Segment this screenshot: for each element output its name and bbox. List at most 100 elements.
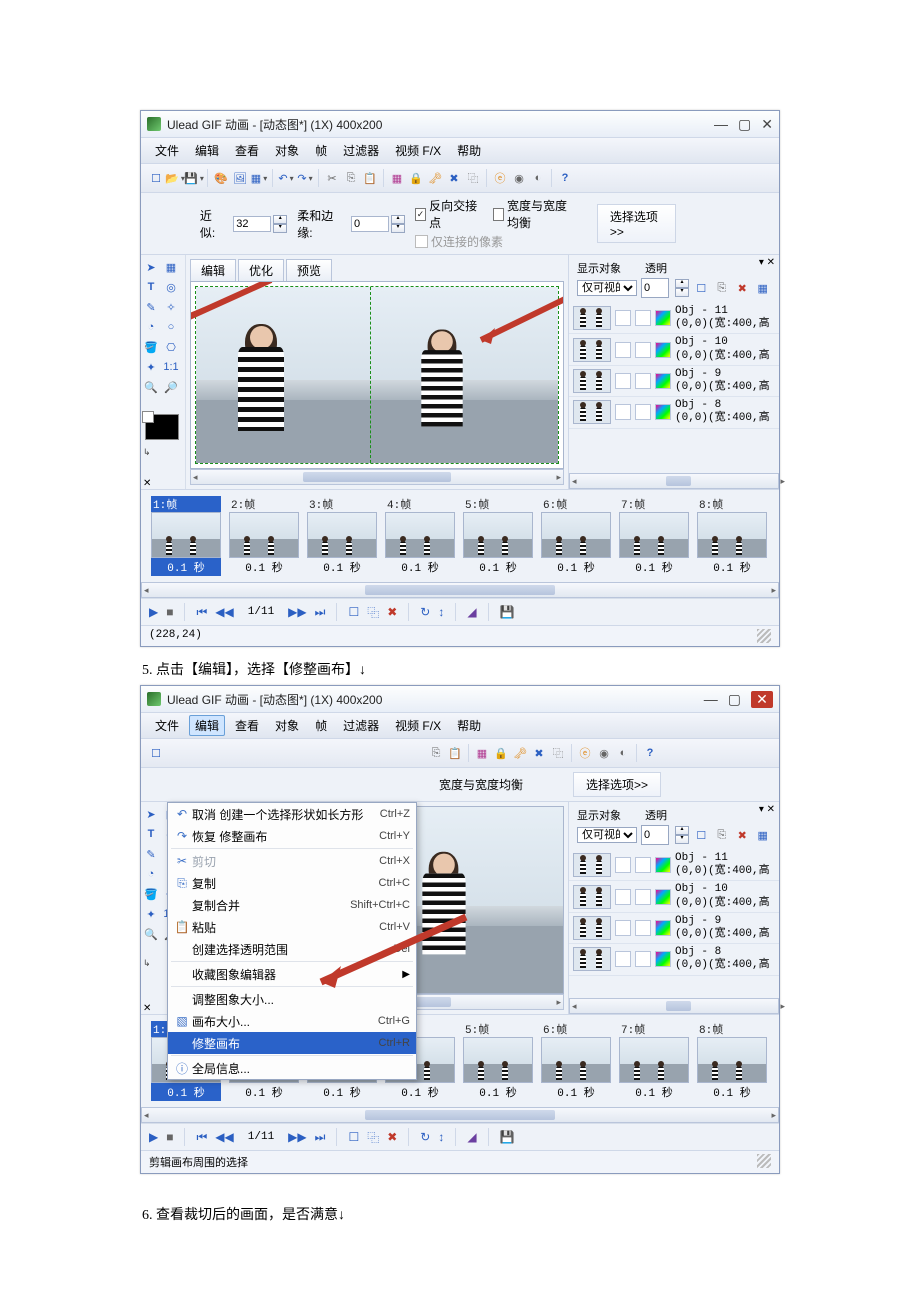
paste-icon[interactable]: 📋: [446, 744, 464, 762]
tab-preview[interactable]: 预览: [286, 259, 332, 281]
fill-tool-icon[interactable]: 🪣: [143, 339, 159, 355]
world-icon[interactable]: ◐: [529, 169, 547, 187]
object-item[interactable]: Obj - 9(0,0)(宽:400,高: [569, 366, 779, 397]
soft-field[interactable]: ▴▾: [351, 215, 405, 233]
frame-thumb[interactable]: 7:帧0.1 秒: [619, 1021, 689, 1101]
titlebar[interactable]: Ulead GIF 动画 - [动态图*] (1X) 400x200 — ▢ ✕: [141, 111, 779, 138]
menu-item[interactable]: ▧画布大小...Ctrl+G: [168, 1010, 416, 1032]
objpanel-hscroll[interactable]: ◂▸: [569, 998, 779, 1014]
menu-frame[interactable]: 帧: [309, 140, 333, 161]
play-icon[interactable]: ▶: [149, 605, 158, 619]
redo-icon[interactable]: ↷: [296, 169, 314, 187]
stop-icon[interactable]: ■: [166, 1130, 173, 1144]
tween-icon[interactable]: ◢: [467, 605, 476, 619]
main-toolbar[interactable]: ☐ ⎘ 📋 ▦ 🔒 🗝 ✖ ⿻ ⓔ ◉ ◐ ?: [141, 739, 779, 768]
eraser-tool-icon[interactable]: ◔: [143, 319, 159, 335]
insert-icon[interactable]: 🖼: [231, 169, 249, 187]
fill-tool-icon[interactable]: 🪣: [143, 886, 159, 902]
undo-icon[interactable]: ↶: [277, 169, 295, 187]
menu-frame[interactable]: 帧: [309, 715, 333, 736]
world-icon[interactable]: ◐: [614, 744, 632, 762]
help-icon[interactable]: ?: [641, 744, 659, 762]
zoomout-tool-icon[interactable]: 🔎: [163, 379, 179, 395]
menubar[interactable]: 文件 编辑 查看 对象 帧 过滤器 视频 F/X 帮助: [141, 138, 779, 164]
play-icon[interactable]: ▶: [149, 1130, 158, 1144]
objpanel-hscroll[interactable]: ◂▸: [569, 473, 779, 489]
visibility-select[interactable]: 仅可视的: [577, 827, 637, 843]
copy-icon[interactable]: ⎘: [342, 169, 360, 187]
menu-item[interactable]: 修整画布Ctrl+R: [168, 1032, 416, 1054]
minimize-icon[interactable]: —: [714, 116, 728, 133]
select-options-button[interactable]: 选择选项>>: [597, 204, 676, 243]
text-tool-icon[interactable]: T: [143, 826, 159, 842]
frame-thumb[interactable]: 5:帧0.1 秒: [463, 496, 533, 576]
key-icon[interactable]: 🗝: [511, 744, 529, 762]
playback-bar[interactable]: ▶ ■ ⏮ ◀◀ 1/11 ▶▶ ⏭ ☐ ⿻ ✖ ↻ ↕ ◢ 💾: [141, 1123, 779, 1150]
panel-close-icon[interactable]: ▾ ✕: [759, 804, 775, 815]
object-list[interactable]: Obj - 11(0,0)(宽:400,高 Obj - 10(0,0)(宽:40…: [569, 850, 779, 998]
loop-icon[interactable]: ↻: [420, 605, 430, 619]
del-obj-icon[interactable]: ✖: [734, 279, 751, 297]
dupframe-icon[interactable]: ⿻: [367, 1129, 379, 1146]
menu-item[interactable]: ⎘复制Ctrl+C: [168, 872, 416, 894]
open-icon[interactable]: 📂: [166, 169, 184, 187]
grid-icon[interactable]: ▦: [388, 169, 406, 187]
object-item[interactable]: Obj - 11(0,0)(宽:400,高: [569, 850, 779, 881]
addframe-icon[interactable]: ☐: [348, 605, 359, 619]
resize-grip-icon[interactable]: [757, 629, 771, 643]
chk-aspect[interactable]: 宽度与宽度均衡: [493, 197, 577, 231]
menu-file[interactable]: 文件: [149, 715, 185, 736]
object-item[interactable]: Obj - 10(0,0)(宽:400,高: [569, 334, 779, 365]
dup-icon[interactable]: ⿻: [549, 744, 567, 762]
delframe-icon[interactable]: ✖: [387, 1130, 397, 1144]
select-options-button[interactable]: 选择选项>>: [573, 772, 661, 797]
object-item[interactable]: Obj - 10(0,0)(宽:400,高: [569, 881, 779, 912]
frame-thumb[interactable]: 8:帧0.1 秒: [697, 496, 767, 576]
color-swatch[interactable]: [145, 414, 179, 440]
maximize-icon[interactable]: ▢: [728, 691, 741, 708]
addframe-icon[interactable]: ☐: [348, 1130, 359, 1144]
frame-thumb[interactable]: 6:帧0.1 秒: [541, 496, 611, 576]
zoomin-tool-icon[interactable]: 🔍: [143, 926, 159, 942]
panel-close-icon[interactable]: ▾ ✕: [759, 257, 775, 268]
stop-icon[interactable]: ■: [166, 605, 173, 619]
near-field[interactable]: ▴▾: [233, 215, 287, 233]
menu-item[interactable]: ↶取消 创建一个选择形状如长方形Ctrl+Z: [168, 803, 416, 825]
delframe-icon[interactable]: ✖: [387, 605, 397, 619]
menu-edit[interactable]: 编辑: [189, 140, 225, 161]
resize-grip-icon[interactable]: [757, 1154, 771, 1168]
maximize-icon[interactable]: ▢: [738, 116, 751, 133]
canvas-hscroll[interactable]: ◂▸: [190, 469, 564, 485]
filmstrip-close-icon[interactable]: ✕: [143, 478, 151, 489]
lock-icon[interactable]: 🔒: [492, 744, 510, 762]
loop-icon[interactable]: ↻: [420, 1130, 430, 1144]
frame-thumb[interactable]: 8:帧0.1 秒: [697, 1021, 767, 1101]
frame-thumb[interactable]: 1:帧0.1 秒: [151, 496, 221, 576]
brush-tool-icon[interactable]: ✎: [143, 299, 159, 315]
menu-view[interactable]: 查看: [229, 140, 265, 161]
soft-input[interactable]: [351, 216, 389, 232]
new-icon[interactable]: ☐: [147, 744, 165, 762]
menu-filter[interactable]: 过滤器: [337, 140, 385, 161]
reverse-icon[interactable]: ↕: [438, 1130, 444, 1144]
last-icon[interactable]: ⏭: [315, 1130, 326, 1145]
prev-icon[interactable]: ◀◀: [215, 605, 233, 619]
copy-obj-icon[interactable]: ⎘: [714, 826, 731, 844]
menu-help[interactable]: 帮助: [451, 715, 487, 736]
close-icon[interactable]: ✕: [751, 691, 773, 708]
saveframe-icon[interactable]: 💾: [500, 605, 515, 619]
next-icon[interactable]: ▶▶: [288, 1130, 306, 1144]
object-item[interactable]: Obj - 9(0,0)(宽:400,高: [569, 913, 779, 944]
near-input[interactable]: [233, 216, 271, 232]
arrow-tool-icon[interactable]: ➤: [143, 806, 159, 822]
tab-edit[interactable]: 编辑: [190, 259, 236, 281]
canvas[interactable]: [190, 281, 564, 469]
new-icon[interactable]: ☐: [147, 169, 165, 187]
menu-help[interactable]: 帮助: [451, 140, 487, 161]
chk-connected[interactable]: 仅连接的像素: [415, 233, 577, 250]
new-obj-icon[interactable]: ☐: [693, 279, 710, 297]
arrow-tool-icon[interactable]: ➤: [143, 259, 159, 275]
copy-icon[interactable]: ⎘: [427, 744, 445, 762]
wand-tool-icon[interactable]: ✦: [143, 906, 159, 922]
menu-filter[interactable]: 过滤器: [337, 715, 385, 736]
